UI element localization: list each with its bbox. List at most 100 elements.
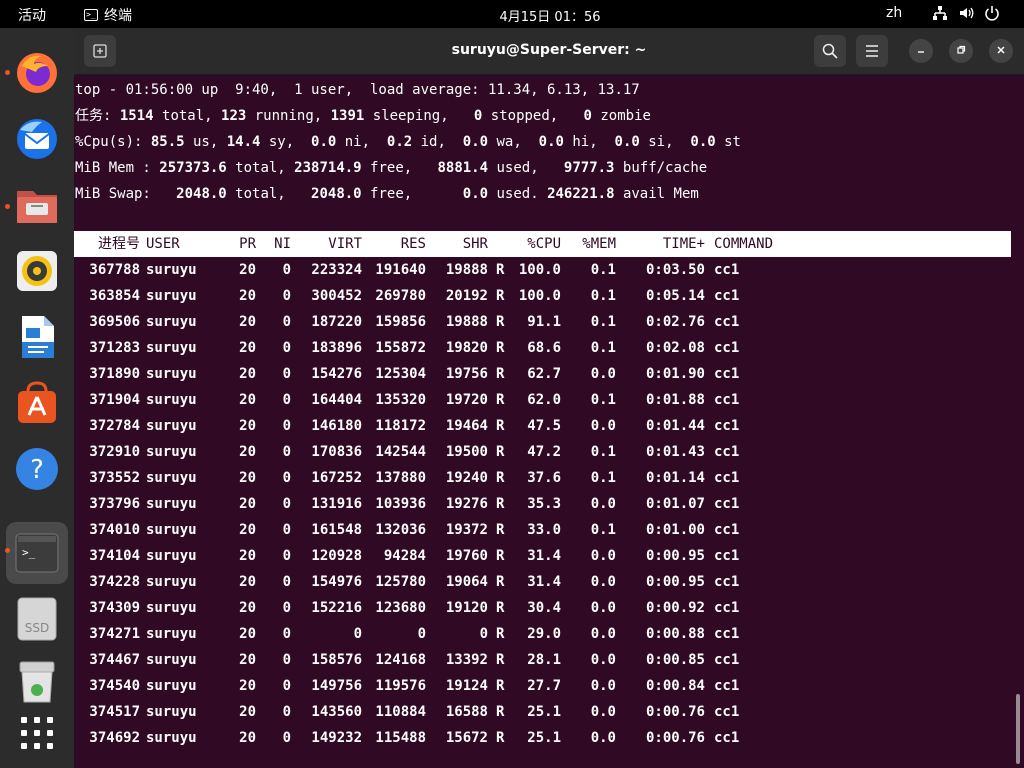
cell-ni: 0 [282, 626, 291, 642]
cell-state: R [496, 600, 505, 616]
running-indicator [5, 70, 10, 75]
close-button[interactable] [989, 39, 1013, 63]
input-method-indicator[interactable]: zh [886, 5, 902, 21]
cell-virt: 149756 [311, 678, 362, 694]
cell-pr: 20 [239, 522, 256, 538]
column-header-res: RES [400, 236, 426, 252]
cell-user: suruyu [146, 574, 197, 590]
scrollbar[interactable] [1016, 694, 1020, 764]
cell-mem: 0.1 [590, 314, 616, 330]
cell-cpu: 27.7 [527, 678, 561, 694]
menu-button[interactable] [856, 35, 888, 67]
cell-pid: 369506 [89, 314, 140, 330]
svg-text:?: ? [30, 455, 44, 485]
cell-res: 0 [417, 626, 426, 642]
cell-pid: 363854 [89, 288, 140, 304]
cell-res: 155872 [375, 340, 426, 356]
cell-state: R [496, 626, 505, 642]
cell-pid: 371904 [89, 392, 140, 408]
cell-pr: 20 [239, 392, 256, 408]
cell-shr: 19820 [445, 340, 488, 356]
top-bar: 活动 >_ 终端 4月15日 01：56 zh [0, 0, 1024, 28]
cell-mem: 0.0 [590, 366, 616, 382]
cell-cpu: 25.1 [527, 730, 561, 746]
top-summary-line: top - 01:56:00 up 9:40, 1 user, load ave… [75, 82, 640, 98]
cell-user: suruyu [146, 730, 197, 746]
cell-res: 123680 [375, 600, 426, 616]
cell-cpu: 25.1 [527, 704, 561, 720]
cell-pid: 374010 [89, 522, 140, 538]
cell-time: 0:01.00 [645, 522, 705, 538]
table-row: 373796 suruyu 20 0 131916 103936 19276 R 35.3 0.0… [74, 491, 1011, 517]
cell-virt: 167252 [311, 470, 362, 486]
cell-res: 125304 [375, 366, 426, 382]
cell-mem: 0.0 [590, 730, 616, 746]
cell-mem: 0.1 [590, 444, 616, 460]
cell-state: R [496, 496, 505, 512]
cell-pr: 20 [239, 548, 256, 564]
cell-ni: 0 [282, 652, 291, 668]
system-tray[interactable] [932, 5, 1000, 21]
cell-time: 0:00.76 [645, 730, 705, 746]
cell-time: 0:00.95 [645, 548, 705, 564]
column-header-state [496, 231, 510, 257]
table-row: 374104 suruyu 20 0 120928 94284 19760 R 31.4 0.0 0… [74, 543, 1011, 569]
cell-pid: 372910 [89, 444, 140, 460]
trash-icon[interactable] [14, 658, 60, 704]
files-icon[interactable] [14, 183, 60, 229]
cell-cpu: 30.4 [527, 600, 561, 616]
thunderbird-icon[interactable] [14, 116, 60, 162]
cell-shr: 19464 [445, 418, 488, 434]
cell-state: R [496, 288, 505, 304]
cell-cpu: 35.3 [527, 496, 561, 512]
cell-pid: 373796 [89, 496, 140, 512]
column-header-mem: %MEM [582, 236, 616, 252]
cell-res: 119576 [375, 678, 426, 694]
cell-shr: 19124 [445, 678, 488, 694]
cell-ni: 0 [282, 678, 291, 694]
cell-mem: 0.0 [590, 626, 616, 642]
rhythmbox-icon[interactable] [14, 248, 60, 294]
column-header-virt: VIRT [328, 236, 362, 252]
terminal-output[interactable]: top - 01:56:00 up 9:40, 1 user, load ave… [74, 76, 1014, 768]
table-row: 372784 suruyu 20 0 146180 118172 19464 R 47.5 0.0… [74, 413, 1011, 439]
terminal-icon[interactable]: >_ [14, 530, 60, 576]
minimize-button[interactable] [909, 39, 933, 63]
cell-ni: 0 [282, 314, 291, 330]
close-icon [997, 46, 1005, 54]
search-button[interactable] [814, 35, 846, 67]
cell-mem: 0.1 [590, 470, 616, 486]
clock[interactable]: 4月15日 01：56 [0, 6, 1024, 25]
show-apps-icon[interactable] [14, 710, 60, 756]
cell-state: R [496, 704, 505, 720]
cell-virt: 154976 [311, 574, 362, 590]
column-header-pid: 进程号 [98, 236, 140, 252]
maximize-button[interactable] [949, 39, 973, 63]
cell-command: cc1 [714, 314, 740, 330]
ssd-drive-icon[interactable]: SSD [14, 596, 60, 642]
cell-user: suruyu [146, 652, 197, 668]
cell-time: 0:01.43 [645, 444, 705, 460]
cell-ni: 0 [282, 288, 291, 304]
cell-command: cc1 [714, 730, 740, 746]
cell-cpu: 91.1 [527, 314, 561, 330]
cell-ni: 0 [282, 704, 291, 720]
cell-mem: 0.1 [590, 392, 616, 408]
cell-mem: 0.1 [590, 522, 616, 538]
cell-pid: 374309 [89, 600, 140, 616]
help-icon[interactable]: ? [14, 446, 60, 492]
cell-shr: 19760 [445, 548, 488, 564]
cell-pid: 374517 [89, 704, 140, 720]
app-center-icon[interactable] [14, 379, 60, 425]
writer-icon[interactable] [14, 314, 60, 360]
hamburger-icon [866, 45, 878, 57]
table-row: 374692 suruyu 20 0 149232 115488 15672 R 25.1 0.0… [74, 725, 1011, 751]
cell-ni: 0 [282, 444, 291, 460]
firefox-icon[interactable] [14, 50, 60, 96]
cell-command: cc1 [714, 262, 740, 278]
cell-command: cc1 [714, 704, 740, 720]
cell-pr: 20 [239, 262, 256, 278]
cell-pid: 373552 [89, 470, 140, 486]
cell-ni: 0 [282, 470, 291, 486]
cell-res: 159856 [375, 314, 426, 330]
